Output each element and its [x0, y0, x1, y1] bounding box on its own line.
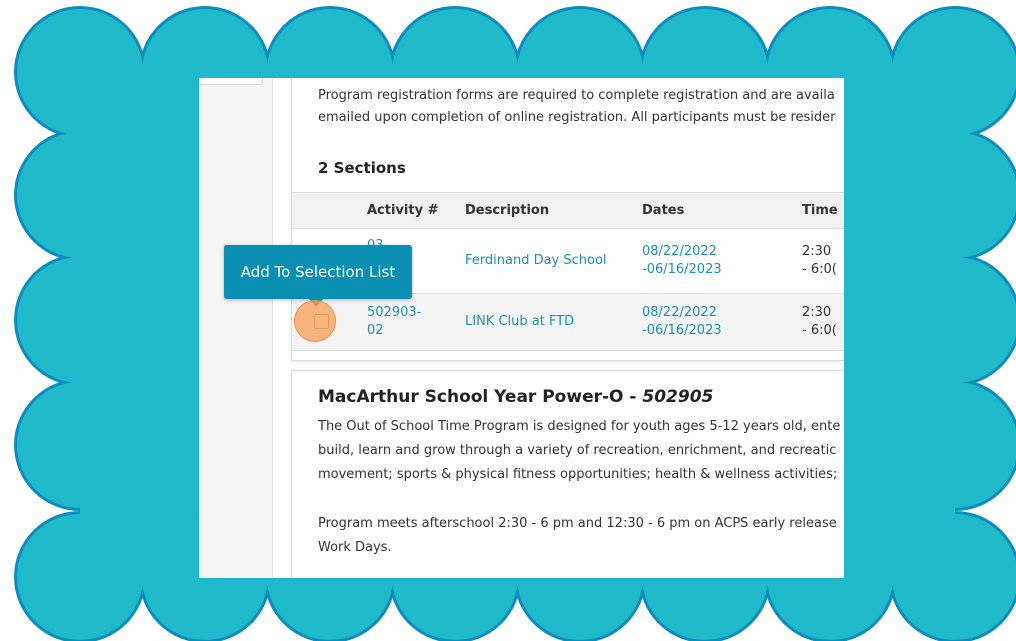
program-title-text: MacArthur School Year Power-O -	[318, 387, 643, 407]
dates-link[interactable]: 08/22/2022 -06/16/2023	[642, 228, 802, 294]
program-card-ferdinand: Program registration forms are required …	[291, 78, 844, 361]
description-header: Description	[465, 192, 642, 229]
click-indicator	[294, 300, 336, 342]
start-date: 08/22/2022	[642, 305, 717, 320]
end-time: - 6:0(	[802, 323, 837, 338]
sections-heading: 2 Sections	[318, 159, 406, 177]
time-header: Time	[802, 192, 844, 229]
sidebar-box	[199, 78, 263, 85]
scallop-circle	[17, 9, 143, 135]
scallop-circle	[17, 382, 143, 508]
program-schedule-line: Work Days.	[318, 540, 392, 555]
activity-number-header: Activity #	[367, 192, 465, 229]
program-description-line: The Out of School Time Program is design…	[318, 419, 841, 434]
select-column-header	[292, 192, 367, 229]
scallop-circle	[892, 382, 1016, 508]
scallop-circle	[17, 257, 143, 383]
scallop-circle	[892, 132, 1016, 258]
description-link[interactable]: Ferdinand Day School	[465, 228, 642, 294]
table-header-row: Activity # Description Dates Time	[292, 192, 844, 229]
end-time: - 6:0(	[802, 262, 837, 277]
start-time: 2:30	[802, 244, 832, 259]
end-date: -06/16/2023	[642, 262, 722, 277]
time-cell: 2:30 - 6:0(	[802, 293, 844, 351]
time-cell: 2:30 - 6:0(	[802, 228, 844, 294]
dates-header: Dates	[642, 192, 802, 229]
scallop-circle	[17, 132, 143, 258]
scallop-circle	[892, 257, 1016, 383]
end-date: -06/16/2023	[642, 323, 722, 338]
program-number: 502905	[642, 387, 714, 407]
dates-link[interactable]: 08/22/2022 -06/16/2023	[642, 293, 802, 351]
program-description-line: build, learn and grow through a variety …	[318, 443, 837, 458]
program-title[interactable]: MacArthur School Year Power-O - 502905	[318, 387, 713, 407]
program-schedule-line: Program meets afterschool 2:30 - 6 pm an…	[318, 516, 837, 531]
scallop-circle	[892, 9, 1016, 135]
program-list: Program registration forms are required …	[291, 78, 844, 578]
activity-number-text: 502903-	[367, 305, 422, 320]
scallop-circle	[892, 514, 1016, 640]
start-date: 08/22/2022	[642, 244, 717, 259]
description-link[interactable]: LINK Club at FTD	[465, 293, 642, 351]
left-sidebar	[199, 78, 273, 578]
start-time: 2:30	[802, 305, 832, 320]
add-to-selection-tooltip: Add To Selection List	[224, 245, 412, 299]
activity-number-text: 02	[367, 323, 384, 338]
program-card-macarthur: MacArthur School Year Power-O - 502905 T…	[291, 370, 844, 578]
program-description-line: movement; sports & physical fitness oppo…	[318, 467, 838, 482]
program-description-line: emailed upon completion of online regist…	[318, 110, 836, 125]
scallop-circle	[17, 514, 143, 640]
program-description-line: Program registration forms are required …	[318, 88, 835, 103]
activity-number-link[interactable]: 502903- 02	[367, 293, 465, 351]
table-row: 502903- 02 LINK Club at FTD 08/22/2022 -…	[292, 293, 844, 351]
